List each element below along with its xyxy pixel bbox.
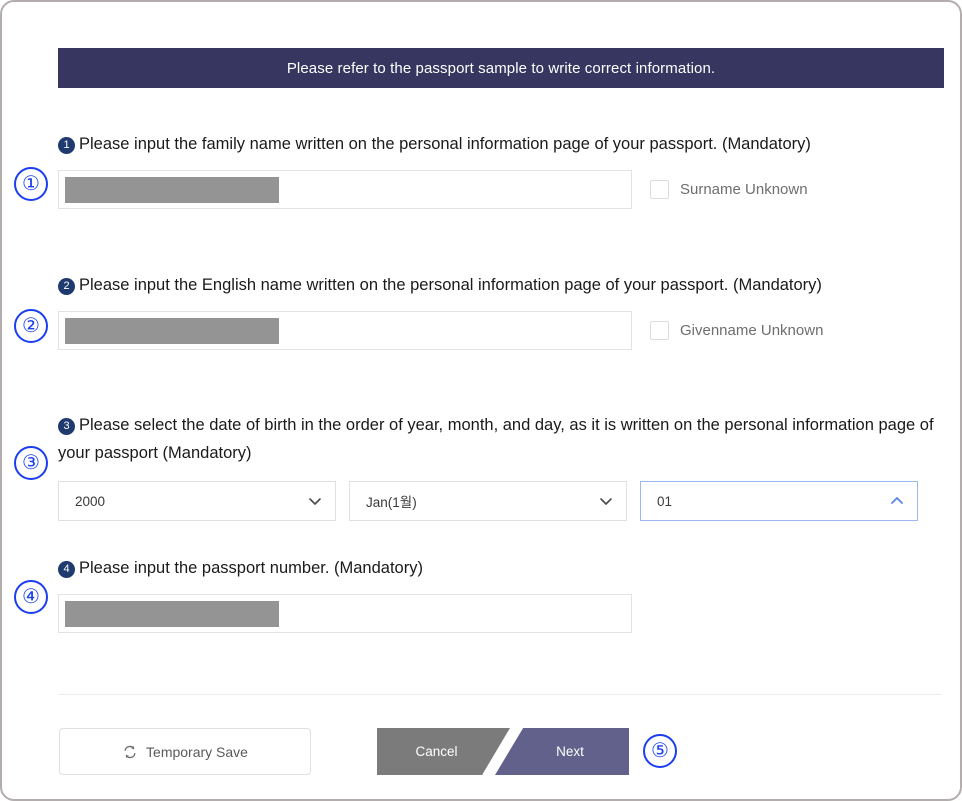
instruction-banner: Please refer to the passport sample to w… [58,48,944,88]
surname-unknown-label: Surname Unknown [680,181,808,198]
birth-month-select[interactable]: Jan(1월) [349,481,627,521]
annotation-marker-2: ② [14,309,48,343]
family-name-input[interactable] [58,170,632,209]
question-4-text: 4 Please input the passport number. (Mand… [58,554,942,582]
family-name-redaction [65,177,279,203]
annotation-marker-5: ⑤ [643,734,677,768]
question-2-label: Please input the English name written on… [79,276,822,294]
passport-information-form-page: Please refer to the passport sample to w… [0,0,962,801]
question-3-text: 3 Please select the date of birth in the … [58,411,942,467]
question-block-passport-number: 4 Please input the passport number. (Mand… [58,554,942,633]
givenname-unknown-checkbox-wrap[interactable]: Givenname Unknown [650,321,823,340]
family-name-field-row: Surname Unknown [58,170,942,209]
annotation-marker-4: ④ [14,580,48,614]
question-block-english-name: 2 Please input the English name written o… [58,271,942,350]
question-4-label: Please input the passport number. (Manda… [79,559,423,577]
question-1-label: Please input the family name written on … [79,135,811,153]
question-block-date-of-birth: 3 Please select the date of birth in the … [58,411,942,521]
birth-year-select[interactable]: 2000 [58,481,336,521]
passport-number-input[interactable] [58,594,632,633]
footer-divider [58,694,942,695]
chevron-up-icon [890,494,903,506]
cancel-button[interactable]: Cancel [377,728,510,775]
givenname-unknown-label: Givenname Unknown [680,322,824,339]
question-block-family-name: 1 Please input the family name written on… [58,130,942,209]
passport-number-redaction [65,601,279,627]
birth-month-value: Jan(1월) [366,495,417,510]
next-button[interactable]: Next [495,728,629,775]
temporary-save-label: Temporary Save [146,743,248,760]
surname-unknown-checkbox-wrap[interactable]: Surname Unknown [650,180,808,199]
chevron-down-icon [308,494,321,506]
annotation-marker-3: ③ [14,446,48,480]
passport-number-field-row [58,594,942,633]
english-name-field-row: Givenname Unknown [58,311,942,350]
question-1-text: 1 Please input the family name written on… [58,130,942,158]
birth-year-value: 2000 [75,493,106,509]
question-4-bullet: 4 [58,561,75,578]
temporary-save-button[interactable]: Temporary Save [59,728,311,775]
english-name-input[interactable] [58,311,632,350]
english-name-redaction [65,318,279,344]
annotation-marker-1: ① [14,167,48,201]
givenname-unknown-checkbox[interactable] [650,321,669,340]
date-of-birth-selects: 2000 Jan(1월) 01 [58,481,942,521]
question-2-text: 2 Please input the English name written o… [58,271,942,299]
question-3-bullet: 3 [58,418,75,435]
sync-icon [122,744,138,760]
birth-day-value: 01 [657,493,673,509]
birth-day-select[interactable]: 01 [640,481,918,521]
surname-unknown-checkbox[interactable] [650,180,669,199]
question-1-bullet: 1 [58,137,75,154]
question-2-bullet: 2 [58,278,75,295]
chevron-down-icon [599,494,612,506]
question-3-label: Please select the date of birth in the o… [58,416,934,462]
